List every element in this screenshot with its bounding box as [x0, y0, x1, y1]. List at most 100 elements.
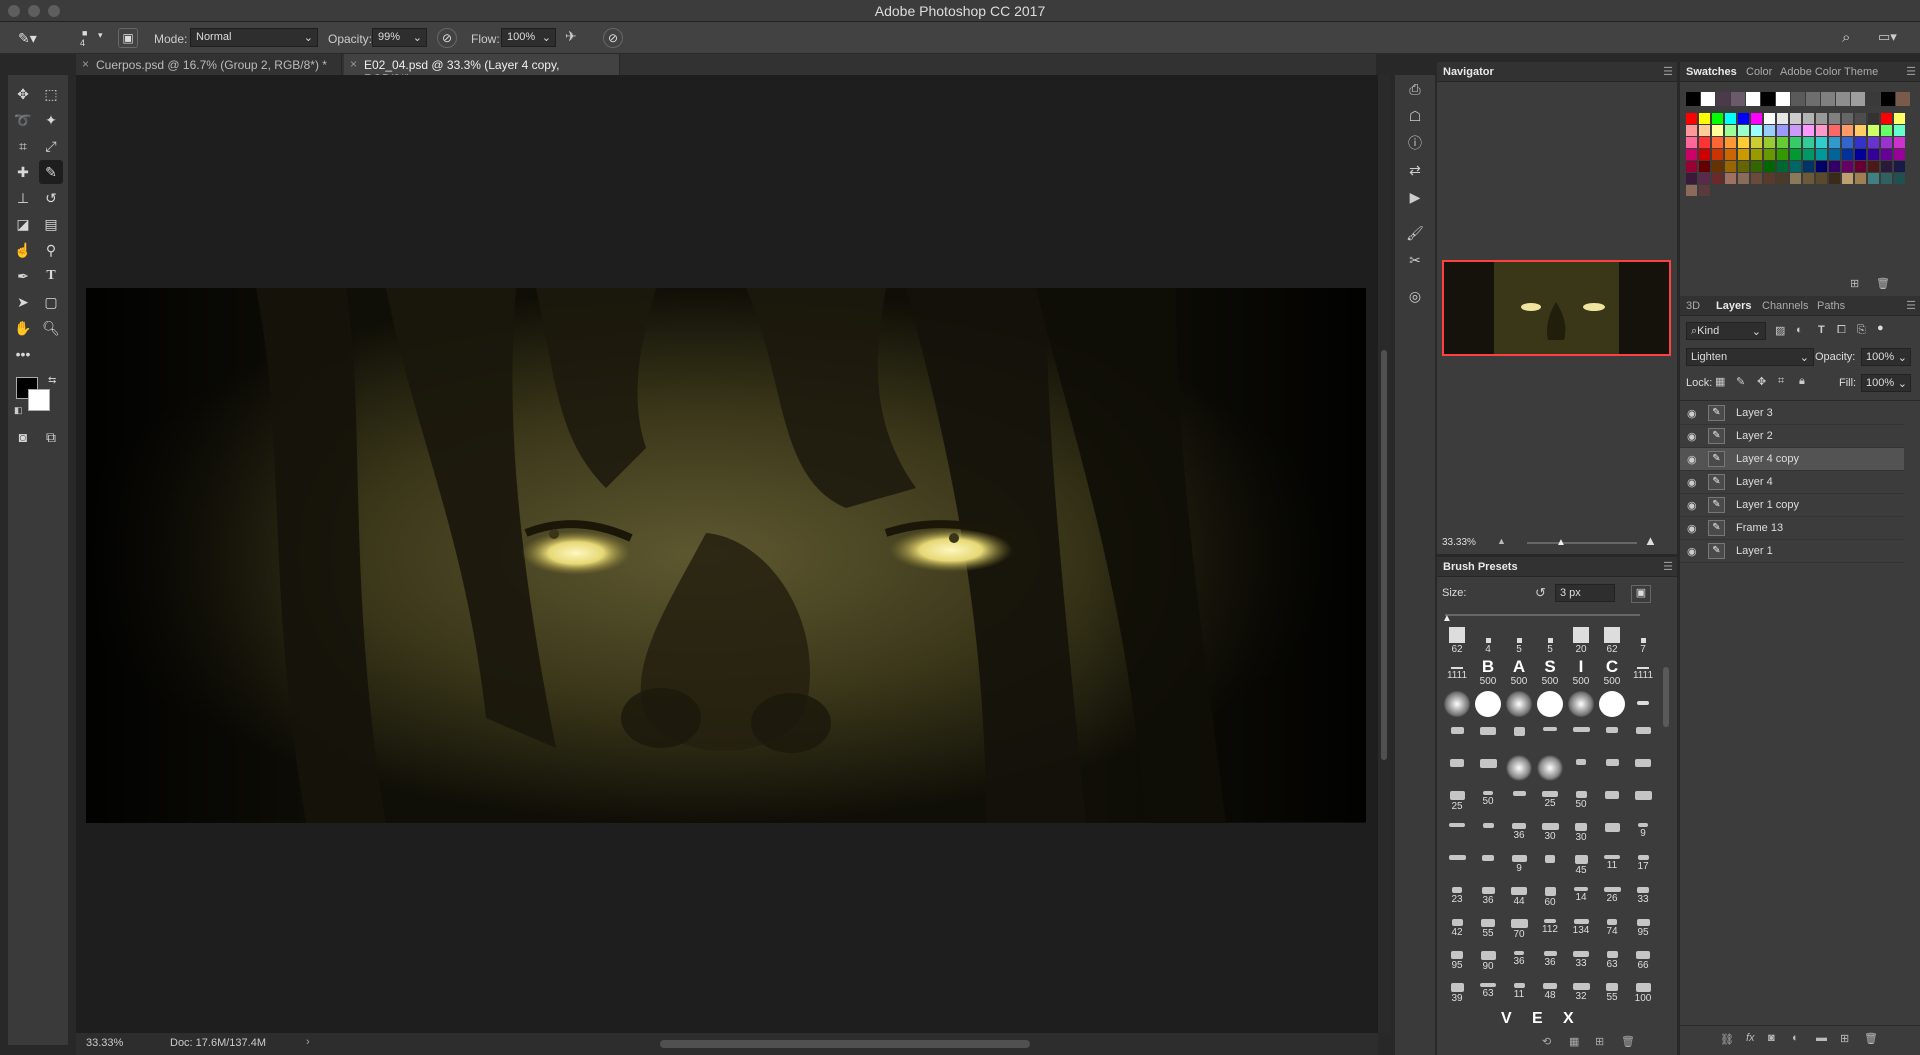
swatch[interactable] [1829, 113, 1840, 124]
swatch[interactable] [1816, 149, 1827, 160]
new-swatch-icon[interactable]: ⊞ [1850, 277, 1859, 290]
swatch[interactable] [1821, 92, 1835, 106]
history-panel-icon[interactable]: ⎙ [1405, 79, 1425, 99]
new-layer-icon[interactable]: ⊞ [1840, 1032, 1849, 1045]
lock-all-icon[interactable]: 🔒︎ [1799, 375, 1805, 388]
swatch[interactable] [1816, 137, 1827, 148]
layer-name[interactable]: Frame 13 [1736, 522, 1783, 534]
layer-style-icon[interactable]: fx [1746, 1032, 1755, 1044]
brush-preset[interactable] [1442, 851, 1472, 877]
brush-preset[interactable]: 95 [1628, 915, 1658, 941]
navigator-zoom-value[interactable]: 33.33% [1442, 537, 1476, 548]
brush-preset[interactable] [1566, 691, 1596, 717]
brush-preset[interactable] [1442, 755, 1472, 781]
swatch[interactable] [1868, 125, 1879, 136]
layer-row[interactable]: ◉ ✎ Layer 4 copy [1680, 448, 1904, 471]
swatch[interactable] [1806, 92, 1820, 106]
brush-preset[interactable]: 50 [1473, 787, 1503, 813]
swatch[interactable] [1738, 173, 1749, 184]
layer-thumbnail[interactable]: ✎ [1708, 497, 1725, 513]
layer-name[interactable]: Layer 1 copy [1736, 499, 1799, 511]
brush-preset[interactable] [1628, 691, 1658, 717]
brush-preset-grid[interactable]: 62 4 5 5 20 62 7 1111 B 500 A 500 S 500 I 500 C 500 1111 25… [1437, 627, 1659, 1047]
swatch[interactable] [1881, 173, 1892, 184]
brush-preset[interactable]: 36 [1473, 883, 1503, 909]
brush-preset[interactable] [1442, 723, 1472, 749]
swatch[interactable] [1686, 125, 1697, 136]
brush-preset[interactable]: 74 [1597, 915, 1627, 941]
swatch[interactable] [1712, 173, 1723, 184]
brush-preset[interactable]: 134 [1566, 915, 1596, 941]
brush-preset[interactable]: 9 [1628, 819, 1658, 845]
brush-preset[interactable]: 23 [1442, 883, 1472, 909]
swatch[interactable] [1829, 137, 1840, 148]
lock-pixels-icon[interactable]: ✎ [1736, 375, 1745, 388]
pressure-opacity-icon[interactable]: ⊘ [437, 28, 457, 48]
swatch[interactable] [1777, 161, 1788, 172]
eraser-tool-icon[interactable]: ◪ [11, 212, 35, 236]
brush-preset[interactable]: B 500 [1473, 658, 1503, 687]
brush-preset[interactable]: 45 [1566, 851, 1596, 877]
swatch[interactable] [1686, 92, 1700, 106]
brush-preset[interactable]: 25 [1442, 787, 1472, 813]
lock-transparent-icon[interactable]: ▦ [1715, 375, 1725, 388]
brush-preset[interactable]: 36 [1504, 819, 1534, 845]
swatch[interactable] [1855, 161, 1866, 172]
swatch[interactable] [1855, 113, 1866, 124]
layer-row[interactable]: ◉ ✎ Layer 2 [1680, 425, 1904, 448]
quick-mask-icon[interactable]: ◙ [11, 425, 35, 449]
brush-preset[interactable]: 25 [1535, 787, 1565, 813]
swatch[interactable] [1803, 173, 1814, 184]
swatch[interactable] [1725, 173, 1736, 184]
brush-preset[interactable] [1535, 723, 1565, 749]
swatch[interactable] [1881, 161, 1892, 172]
swatch[interactable] [1816, 125, 1827, 136]
brush-preset[interactable]: 55 [1597, 979, 1627, 1005]
brush-preset[interactable] [1597, 723, 1627, 749]
brush-size-picker[interactable]: ■ 4 ▾ [74, 28, 104, 50]
swatch[interactable] [1751, 173, 1762, 184]
brush-preset[interactable]: 9 [1504, 851, 1534, 877]
pen-tool-icon[interactable]: ✒ [11, 264, 35, 288]
brush-preset[interactable]: 39 [1442, 979, 1472, 1005]
brush-preset[interactable]: 11 [1504, 979, 1534, 1005]
swatch[interactable] [1803, 137, 1814, 148]
swatch[interactable] [1751, 125, 1762, 136]
brush-panel-icon[interactable]: 🖌︎ [1405, 223, 1425, 243]
layer-name[interactable]: Layer 1 [1736, 545, 1773, 557]
swatch[interactable] [1725, 137, 1736, 148]
horizontal-scroll-thumb[interactable] [660, 1040, 1030, 1048]
swatch[interactable] [1868, 113, 1879, 124]
magic-wand-tool-icon[interactable]: ✦ [39, 108, 63, 132]
filter-smart-object-icon[interactable]: ⎘ [1857, 324, 1866, 337]
default-colors-icon[interactable]: ◧ [14, 405, 23, 416]
close-tab-icon[interactable]: × [350, 57, 357, 71]
swatch[interactable] [1712, 137, 1723, 148]
swatch[interactable] [1894, 173, 1905, 184]
info-panel-icon[interactable]: ⓘ [1405, 133, 1425, 153]
smudge-tool-icon[interactable]: ☝ [11, 238, 35, 262]
creative-cloud-icon[interactable]: ◎ [1405, 286, 1425, 306]
swatch[interactable] [1803, 125, 1814, 136]
brush-preset[interactable] [1442, 691, 1472, 717]
eyedropper-tool-icon[interactable]: ⤢ [39, 134, 63, 158]
brush-preset[interactable] [1473, 819, 1503, 845]
swatch[interactable] [1855, 125, 1866, 136]
brush-preset[interactable] [1473, 755, 1503, 781]
add-mask-icon[interactable]: ◙ [1768, 1032, 1775, 1044]
mode-select[interactable]: Normal ⌄ [190, 28, 318, 47]
swatch[interactable] [1894, 161, 1905, 172]
swatch[interactable] [1803, 113, 1814, 124]
swatch[interactable] [1842, 113, 1853, 124]
swatch[interactable] [1881, 125, 1892, 136]
swatch[interactable] [1764, 125, 1775, 136]
brush-preset[interactable] [1597, 787, 1627, 813]
zoom-in-icon[interactable]: ▲ [1644, 533, 1657, 548]
history-brush-tool-icon[interactable]: ↺ [39, 186, 63, 210]
swatch[interactable] [1699, 161, 1710, 172]
delete-swatch-icon[interactable]: 🗑︎ [1876, 277, 1890, 290]
swatch[interactable] [1699, 185, 1710, 196]
swatch[interactable] [1791, 92, 1805, 106]
brush-preset[interactable] [1535, 851, 1565, 877]
navigator-zoom-slider[interactable] [1527, 542, 1637, 544]
